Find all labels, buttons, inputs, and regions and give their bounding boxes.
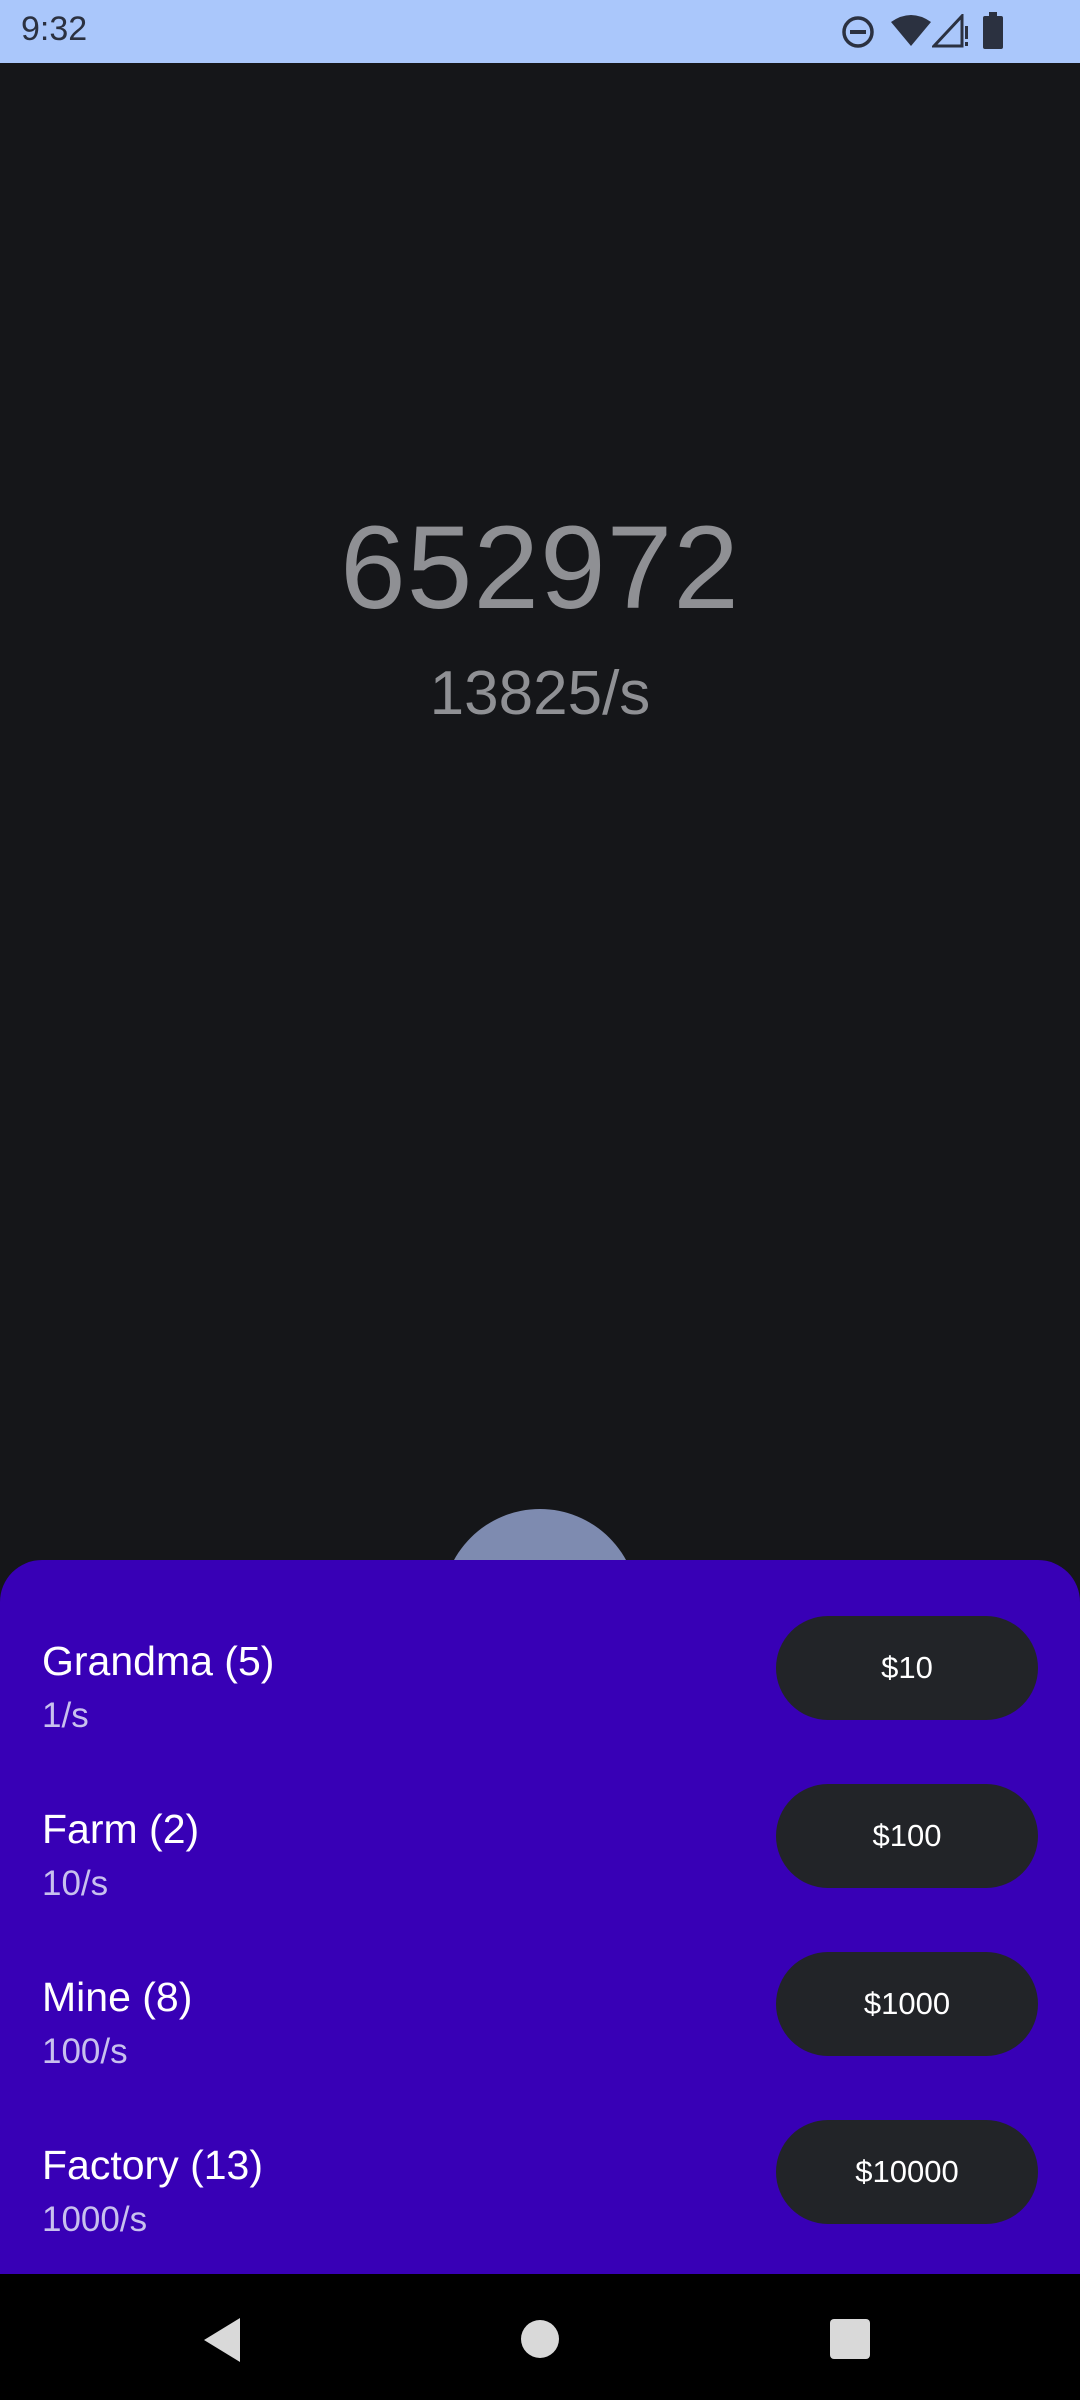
- item-name: Grandma (5): [42, 1638, 275, 1684]
- item-name: Mine (8): [42, 1974, 193, 2020]
- buy-factory-button[interactable]: $10000: [776, 2120, 1038, 2224]
- status-time: 9:32: [21, 10, 88, 48]
- cellular-signal-icon: [932, 14, 968, 48]
- buy-farm-button[interactable]: $100: [776, 1784, 1038, 1888]
- status-bar: 9:32: [0, 0, 1080, 63]
- shop-item-grandma: Grandma (5) 1/s $10: [0, 1616, 1080, 1806]
- back-icon[interactable]: [200, 2316, 244, 2364]
- shop-item-mine: Mine (8) 100/s $1000: [0, 1952, 1080, 2142]
- recents-icon[interactable]: [829, 2318, 871, 2360]
- item-rate: 100/s: [42, 2032, 128, 2071]
- home-icon[interactable]: [519, 2318, 561, 2360]
- shop-item-farm: Farm (2) 10/s $100: [0, 1784, 1080, 1974]
- navigation-bar: [0, 2274, 1080, 2400]
- shop-sheet: Grandma (5) 1/s $10 Farm (2) 10/s $100 M…: [0, 1560, 1080, 2274]
- item-rate: 1000/s: [42, 2200, 148, 2239]
- counter-value: 652972: [340, 502, 740, 634]
- status-icons: [820, 0, 1080, 63]
- counter-rate: 13825/s: [429, 659, 651, 728]
- battery-icon: [983, 12, 1003, 49]
- item-rate: 1/s: [42, 1696, 89, 1735]
- do-not-disturb-icon: [842, 16, 874, 48]
- item-name: Farm (2): [42, 1806, 200, 1852]
- buy-mine-button[interactable]: $1000: [776, 1952, 1038, 2056]
- item-rate: 10/s: [42, 1864, 109, 1903]
- buy-grandma-button[interactable]: $10: [776, 1616, 1038, 1720]
- wifi-icon: [891, 15, 931, 46]
- item-name: Factory (13): [42, 2142, 263, 2188]
